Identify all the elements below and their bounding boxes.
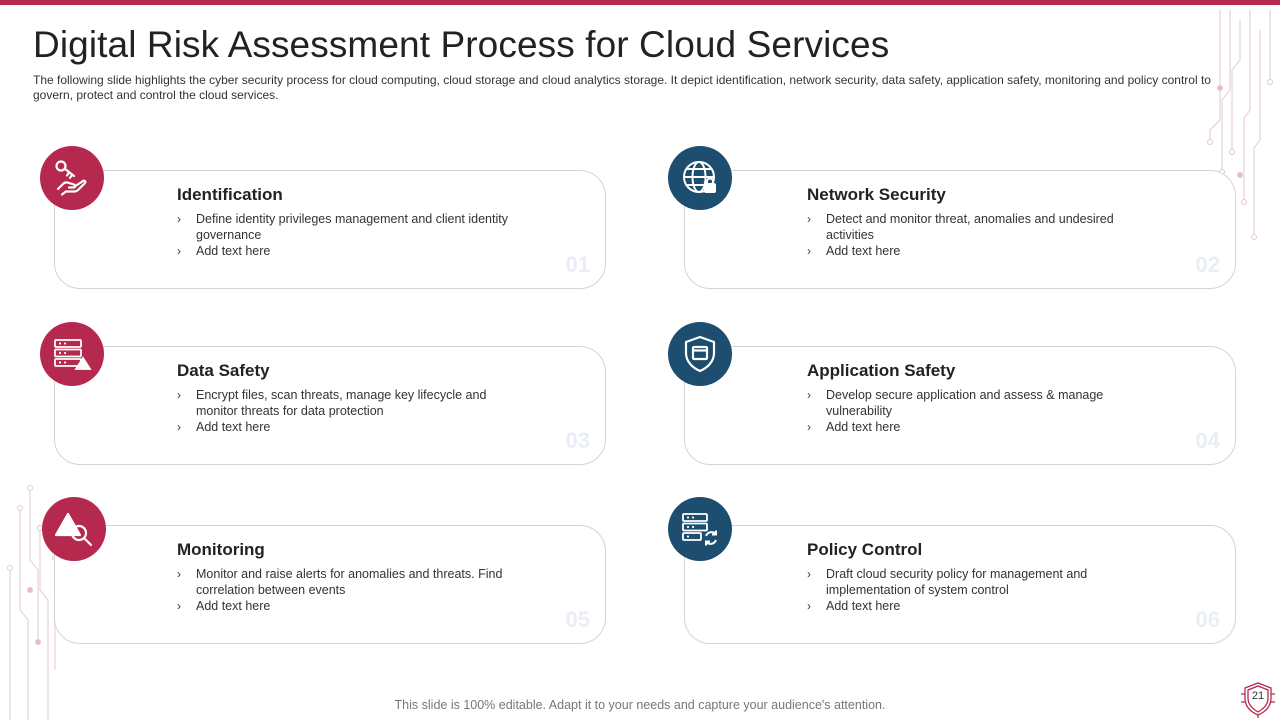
top-accent-bar <box>0 0 1280 5</box>
slide-subtitle: The following slide highlights the cyber… <box>33 73 1211 102</box>
card-title: Application Safety <box>807 361 956 380</box>
card-number: 04 <box>1195 428 1220 453</box>
card-title: Identification <box>177 185 283 204</box>
card-number: 01 <box>565 252 590 277</box>
card-monitoring: Monitoring Monitor and raise alerts for … <box>54 525 606 644</box>
badge-monitoring <box>42 497 106 561</box>
badge-data-safety <box>40 322 104 386</box>
card-number: 03 <box>565 428 590 453</box>
badge-network-security <box>668 146 732 210</box>
card-number: 02 <box>1195 252 1220 277</box>
card-bullet: Encrypt files, scan threats, manage key … <box>177 387 517 419</box>
card-data-safety: Data Safety Encrypt files, scan threats,… <box>54 346 606 465</box>
shield-window-icon <box>684 335 716 373</box>
card-network-security: Network Security Detect and monitor thre… <box>684 170 1236 289</box>
card-bullet: Add text here <box>177 243 517 259</box>
server-warning-icon <box>54 339 92 370</box>
card-number: 06 <box>1195 607 1220 632</box>
warning-search-icon <box>54 512 93 547</box>
card-title: Policy Control <box>807 540 923 559</box>
card-bullet-list: Detect and monitor threat, anomalies and… <box>807 211 1147 259</box>
card-title: Network Security <box>807 185 946 204</box>
card-policy-control: Policy Control Draft cloud security poli… <box>684 525 1236 644</box>
card-bullet: Develop secure application and assess & … <box>807 387 1147 419</box>
card-title: Monitoring <box>177 540 265 559</box>
card-bullet: Add text here <box>807 243 1147 259</box>
card-bullet: Draft cloud security policy for manageme… <box>807 566 1147 598</box>
card-bullet-list: Encrypt files, scan threats, manage key … <box>177 387 517 435</box>
card-bullet-list: Define identity privileges management an… <box>177 211 517 259</box>
slide-title: Digital Risk Assessment Process for Clou… <box>33 24 890 65</box>
card-title: Data Safety <box>177 361 270 380</box>
server-sync-icon <box>682 513 717 546</box>
badge-application-safety <box>668 322 732 386</box>
page-number: 21 <box>1251 690 1265 702</box>
card-bullet: Add text here <box>807 598 1147 614</box>
badge-identification <box>40 146 104 210</box>
card-bullet-list: Monitor and raise alerts for anomalies a… <box>177 566 517 614</box>
card-bullet: Monitor and raise alerts for anomalies a… <box>177 566 517 598</box>
card-application-safety: Application Safety Develop secure applic… <box>684 346 1236 465</box>
card-number: 05 <box>565 607 590 632</box>
card-bullet: Define identity privileges management an… <box>177 211 517 243</box>
card-bullet: Add text here <box>807 419 1147 435</box>
footer-note: This slide is 100% editable. Adapt it to… <box>394 698 886 712</box>
card-bullet-list: Develop secure application and assess & … <box>807 387 1147 435</box>
card-bullet: Detect and monitor threat, anomalies and… <box>807 211 1147 243</box>
card-identification: Identification Define identity privilege… <box>54 170 606 289</box>
card-bullet: Add text here <box>177 598 517 614</box>
badge-policy-control <box>668 497 732 561</box>
card-bullet-list: Draft cloud security policy for manageme… <box>807 566 1147 614</box>
globe-lock-icon <box>683 161 716 193</box>
card-bullet: Add text here <box>177 419 517 435</box>
key-hand-icon <box>55 160 87 196</box>
